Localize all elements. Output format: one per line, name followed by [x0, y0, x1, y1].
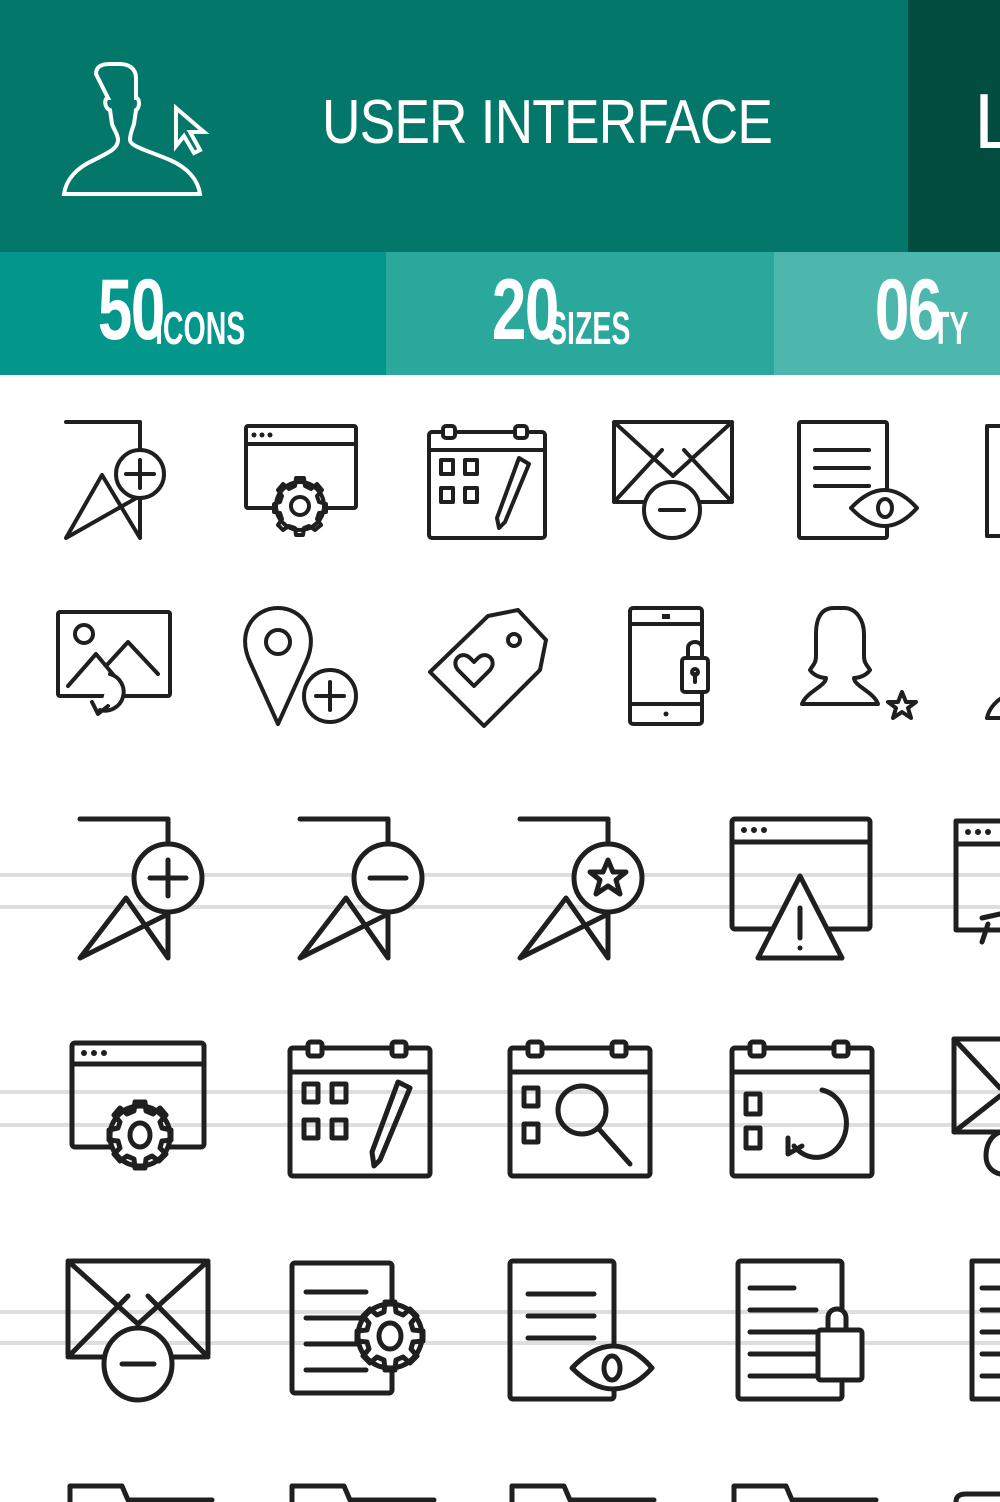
folder-icon	[508, 1482, 657, 1502]
folder-icon	[952, 1490, 1000, 1502]
header-banner: USER INTERFACE	[0, 0, 908, 252]
browser-warning-icon	[729, 816, 875, 966]
stat-number: 06	[874, 262, 942, 358]
document-partial-icon	[968, 1258, 1000, 1403]
bookmark-star-icon	[517, 816, 645, 966]
female-user-star-icon	[798, 606, 923, 728]
header-edge-letter: L	[974, 77, 1000, 165]
folder-icon	[730, 1482, 879, 1502]
mail-partial-icon	[950, 1036, 1000, 1177]
calendar-edit-icon	[427, 424, 547, 544]
user-cursor-icon	[52, 58, 212, 198]
document-view-icon	[797, 420, 922, 545]
stat-label: ICONS	[154, 302, 246, 354]
stat-label: TY	[931, 302, 969, 354]
mail-remove-icon	[65, 1258, 214, 1408]
header-side-panel: L	[908, 0, 1000, 252]
browser-settings-icon	[69, 1040, 210, 1171]
calendar-edit-icon	[287, 1039, 433, 1180]
folder-icon	[66, 1482, 215, 1502]
bookmark-add-icon	[62, 420, 172, 545]
tag-heart-icon	[428, 608, 550, 730]
stat-icons: 50 ICONS	[0, 252, 386, 375]
partial-icon	[985, 424, 1000, 539]
page-title: USER INTERFACE	[322, 88, 773, 157]
folder-icon	[288, 1482, 437, 1502]
document-lock-icon	[735, 1258, 871, 1403]
mail-remove-icon	[612, 420, 734, 545]
stat-sizes: 20 SIZES	[386, 252, 774, 375]
browser-cursor-icon	[952, 818, 1000, 958]
document-view-icon	[507, 1258, 656, 1403]
mobile-lock-icon	[628, 606, 728, 728]
image-refresh-icon	[56, 610, 174, 725]
stat-types: 06 TY	[774, 252, 1000, 375]
stat-label: SIZES	[548, 302, 631, 354]
browser-settings-icon	[244, 424, 359, 544]
partial-icon	[985, 690, 1000, 720]
location-add-icon	[242, 606, 362, 731]
bookmark-add-icon	[77, 816, 205, 966]
document-settings-icon	[289, 1260, 435, 1400]
bookmark-remove-icon	[297, 816, 425, 966]
calendar-refresh-icon	[729, 1039, 875, 1180]
calendar-search-icon	[507, 1039, 653, 1180]
